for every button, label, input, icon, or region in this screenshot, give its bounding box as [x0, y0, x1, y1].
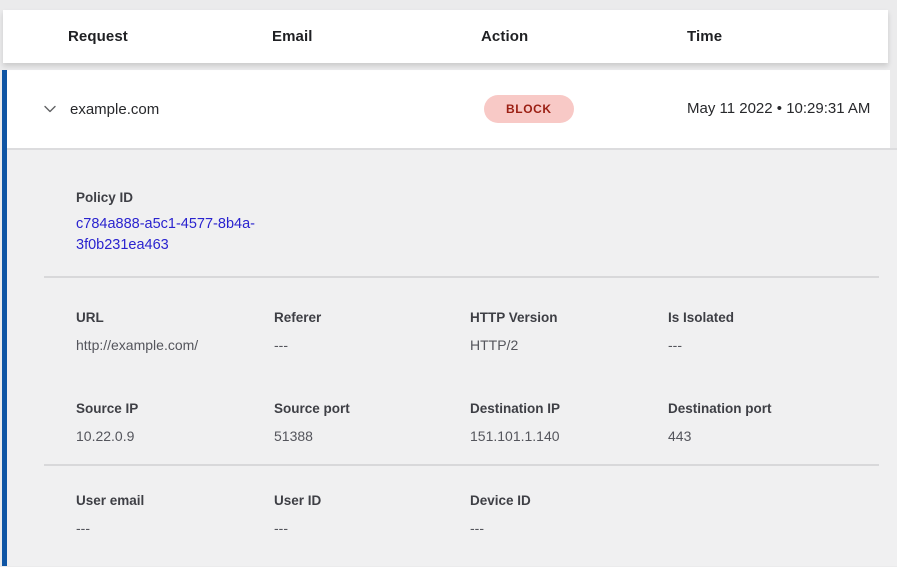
field-user-id: User ID ---: [274, 493, 470, 536]
field-label: User ID: [274, 493, 470, 508]
field-source-ip: Source IP 10.22.0.9: [76, 401, 274, 444]
field-label: User email: [76, 493, 274, 508]
field-label: Source IP: [76, 401, 274, 416]
field-referer: Referer ---: [274, 310, 470, 353]
field-value: ---: [274, 520, 470, 536]
field-url: URL http://example.com/: [76, 310, 274, 353]
detail-row-user: User email --- User ID --- Device ID ---: [7, 493, 897, 536]
chevron-down-icon[interactable]: [42, 101, 58, 117]
policy-id-label: Policy ID: [76, 190, 897, 205]
action-cell: BLOCK: [484, 95, 687, 123]
field-is-isolated: Is Isolated ---: [668, 310, 897, 353]
request-cell: example.com: [70, 101, 484, 118]
field-value: 443: [668, 428, 897, 444]
request-log-page: Request Email Action Time example.com BL…: [0, 0, 897, 567]
expanded-details-panel: Policy ID c784a888-a5c1-4577-8b4a-3f0b23…: [7, 148, 897, 566]
field-value: HTTP/2: [470, 337, 668, 353]
field-destination-ip: Destination IP 151.101.1.140: [470, 401, 668, 444]
field-label: Destination port: [668, 401, 897, 416]
field-value: 10.22.0.9: [76, 428, 274, 444]
time-cell: May 11 2022 • 10:29:31 AM: [687, 97, 883, 121]
table-header: Request Email Action Time: [3, 10, 888, 63]
field-value: 51388: [274, 428, 470, 444]
policy-id-section: Policy ID c784a888-a5c1-4577-8b4a-3f0b23…: [7, 190, 897, 256]
field-label: HTTP Version: [470, 310, 668, 325]
field-value: http://example.com/: [76, 337, 274, 353]
log-row[interactable]: example.com BLOCK May 11 2022 • 10:29:31…: [7, 70, 890, 148]
detail-row-source-dest: Source IP 10.22.0.9 Source port 51388 De…: [7, 401, 897, 444]
field-value: ---: [470, 520, 668, 536]
field-value: ---: [76, 520, 274, 536]
column-header-email: Email: [272, 28, 481, 45]
column-header-request: Request: [68, 28, 272, 45]
log-record: example.com BLOCK May 11 2022 • 10:29:31…: [2, 70, 897, 566]
detail-row-url: URL http://example.com/ Referer --- HTTP…: [7, 310, 897, 353]
section-divider: [44, 464, 879, 466]
field-value: ---: [274, 337, 470, 353]
field-source-port: Source port 51388: [274, 401, 470, 444]
field-value: 151.101.1.140: [470, 428, 668, 444]
section-divider: [44, 276, 879, 278]
column-header-time: Time: [687, 28, 888, 45]
field-value: ---: [668, 337, 897, 353]
field-destination-port: Destination port 443: [668, 401, 897, 444]
field-label: URL: [76, 310, 274, 325]
field-label: Device ID: [470, 493, 668, 508]
field-label: Destination IP: [470, 401, 668, 416]
field-label: Referer: [274, 310, 470, 325]
field-label: Source port: [274, 401, 470, 416]
field-empty: [668, 493, 897, 536]
column-header-action: Action: [481, 28, 687, 45]
block-status-badge: BLOCK: [484, 95, 574, 123]
field-device-id: Device ID ---: [470, 493, 668, 536]
field-http-version: HTTP Version HTTP/2: [470, 310, 668, 353]
field-label: Is Isolated: [668, 310, 897, 325]
policy-id-link[interactable]: c784a888-a5c1-4577-8b4a-3f0b231ea463: [76, 214, 276, 256]
field-user-email: User email ---: [76, 493, 274, 536]
